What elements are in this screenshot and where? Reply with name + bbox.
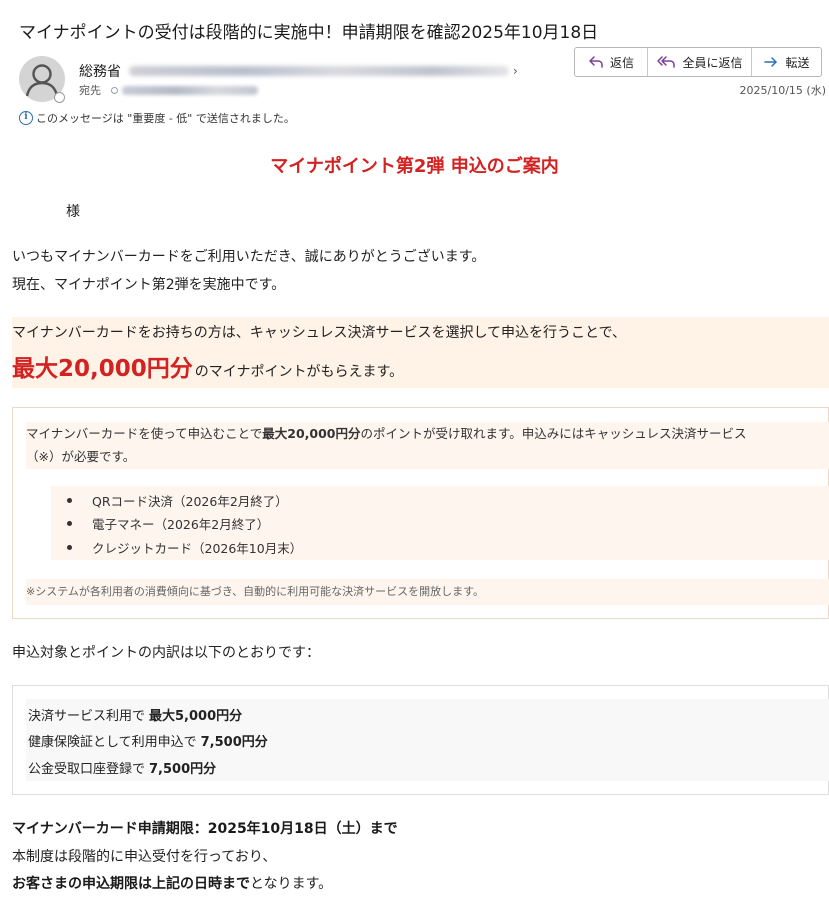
forward-label: 転送 [785,55,810,70]
breakdown-row: 健康保険証として利用申込で 7,500円分 [28,730,268,750]
breakdown-value: 7,500円分 [149,761,217,777]
intro-line-1: いつもマイナンバーカードをご利用いただき、誠にありがとうございます。 [12,249,486,265]
info-box-note: ※システムが各利用者の消費傾向に基づき、自動的に利用可能な決済サービスを開放しま… [26,579,829,605]
reply-all-icon [657,56,676,68]
recipient-line: 宛先 [79,82,258,98]
info-text-bold: 最大20,000円分 [262,426,361,441]
closing-rest: となります。 [250,876,333,892]
bullet-icon [67,520,72,526]
reply-all-button[interactable]: 全員に返信 [647,48,751,76]
intro-line-2: 現在、マイナポイント第2弾を実施中です。 [12,277,286,293]
list-item: 電子マネー（2026年2月終了） [51,512,269,534]
closing-bold: お客さまの申込期限は上記の日時まで [12,876,250,892]
forward-arrow-icon [764,57,778,67]
breakdown-label: 公金受取口座登録で [28,761,146,777]
reply-label: 返信 [609,55,634,70]
email-heading: マイナポイント第2弾 申込のご案内 [270,156,559,177]
reply-all-label: 全員に返信 [682,55,743,70]
breakdown-label: 健康保険証として利用申込で [28,734,197,750]
service-list: QRコード決済（2026年2月終了） 電子マネー（2026年2月終了） クレジッ… [51,486,829,560]
salutation: 様 [66,204,80,220]
info-box-line-1: マイナンバーカードを使って申込むことで最大20,000円分のポイントが受け取れま… [26,422,829,445]
email-view: マイナポイントの受付は段階的に実施中！申請期限を確認2025年10月18日 総務… [0,0,829,900]
breakdown-label: 決済サービス利用で [28,708,146,724]
service-item-emoney: 電子マネー（2026年2月終了） [92,516,270,532]
breakdown-list: 決済サービス利用で 最大5,000円分 健康保険証として利用申込で 7,500円… [26,699,829,781]
info-text-pre: マイナンバーカードを使って申込むことで [26,426,263,441]
highlight-block: マイナンバーカードをお持ちの方は、キャッシュレス決済サービスを選択して申込を行う… [12,317,829,388]
reply-button[interactable]: 返信 [575,48,647,76]
info-text-post: のポイントが受け取れます。申込みにはキャッシュレス決済サービス [360,426,747,441]
forward-button[interactable]: 転送 [751,48,821,76]
received-date: 2025/10/15 (水) [739,84,826,97]
highlight-line-2-rest: のマイナポイントがもらえます。 [194,364,404,380]
recipient-email-redacted[interactable] [122,85,258,95]
info-box-text: マイナンバーカードを使って申込むことで最大20,000円分のポイントが受け取れま… [26,422,829,469]
sender-name[interactable]: 総務省 [79,61,121,81]
service-item-credit: クレジットカード（2026年10月末） [92,540,303,556]
breakdown-row: 公金受取口座登録で 7,500円分 [28,757,216,777]
bullet-icon [67,497,72,503]
importance-text: このメッセージは "重要度 - 低" で送信されました。 [36,112,295,125]
service-item-qr: QRコード決済（2026年2月終了） [92,493,288,509]
closing-line-1: 本制度は段階的に申込受付を行っており、 [12,849,277,865]
breakdown-intro: 申込対象とポイントの内訳は以下のとおりです： [12,645,320,661]
info-box-line-2: （※）が必要です。 [26,449,136,464]
bullet-icon [67,544,72,550]
importance-notice: i このメッセージは "重要度 - 低" で送信されました。 [19,109,295,127]
sender-line: 総務省 › [79,62,518,80]
breakdown-value: 7,500円分 [200,734,268,750]
reply-icon [589,56,603,68]
highlight-line-1: マイナンバーカードをお持ちの方は、キャッシュレス決済サービスを選択して申込を行う… [12,325,627,341]
message-actions: 返信 全員に返信 転送 [574,47,822,77]
list-item: クレジットカード（2026年10月末） [51,536,302,558]
breakdown-value: 最大5,000円分 [149,708,243,724]
closing-line-2: お客さまの申込期限は上記の日時までとなります。 [12,873,332,893]
presence-status-icon [54,92,65,103]
application-deadline: マイナンバーカード申請期限：2025年10月18日（土）まで [12,821,398,837]
sender-email-redacted [129,66,509,76]
max-amount: 最大20,000円分 [12,356,193,382]
chevron-right-icon: › [513,64,518,78]
breakdown-box: 決済サービス利用で 最大5,000円分 健康保険証として利用申込で 7,500円… [12,685,829,795]
email-subject: マイナポイントの受付は段階的に実施中！申請期限を確認2025年10月18日 [19,23,599,43]
list-item: QRコード決済（2026年2月終了） [51,489,288,511]
info-box: マイナンバーカードを使って申込むことで最大20,000円分のポイントが受け取れま… [12,407,829,619]
highlight-line-2: 最大20,000円分 のマイナポイントがもらえます。 [12,349,403,383]
breakdown-row: 決済サービス利用で 最大5,000円分 [28,704,242,724]
to-label: 宛先 [79,84,101,97]
recipient-presence-icon [111,86,118,94]
info-icon: i [19,111,33,125]
